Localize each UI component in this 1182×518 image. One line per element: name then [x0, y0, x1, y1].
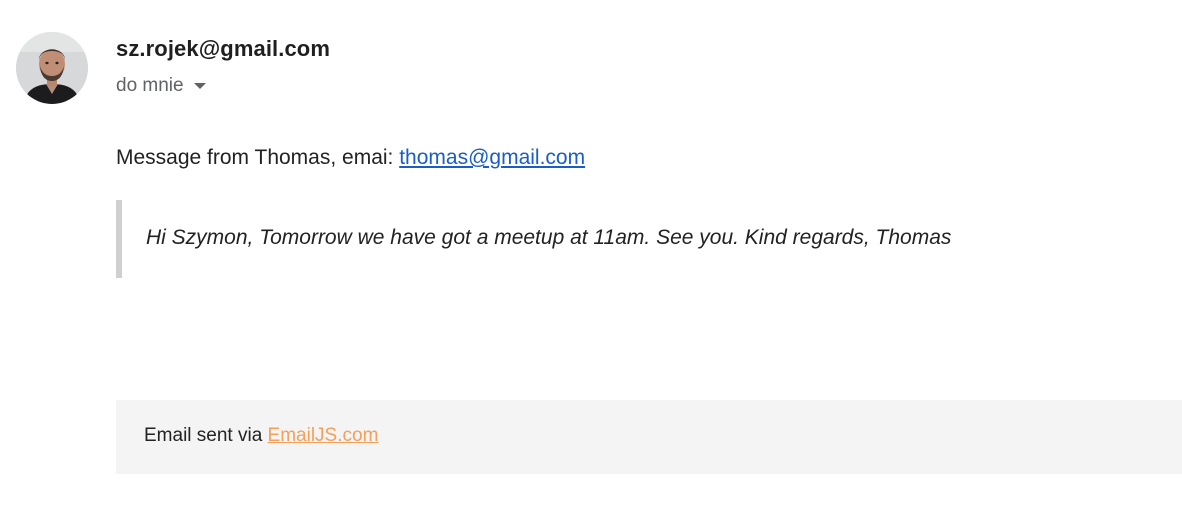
- intro-text: Message from Thomas, emai:: [116, 146, 400, 169]
- avatar-photo: [16, 32, 88, 104]
- message-quote: Hi Szymon, Tomorrow we have got a meetup…: [116, 200, 1076, 278]
- message-intro: Message from Thomas, emai: thomas@gmail.…: [116, 146, 585, 170]
- quote-text: Hi Szymon, Tomorrow we have got a meetup…: [146, 226, 952, 249]
- email-footer: Email sent via EmailJS.com: [116, 400, 1182, 474]
- contact-email-link[interactable]: thomas@gmail.com: [399, 146, 585, 169]
- sender-email[interactable]: sz.rojek@gmail.com: [116, 36, 330, 62]
- avatar[interactable]: [16, 32, 88, 104]
- recipient-label: do mnie: [116, 75, 184, 96]
- chevron-down-icon[interactable]: [193, 83, 206, 89]
- footer-note: Email sent via EmailJS.com: [144, 425, 378, 447]
- emailjs-link[interactable]: EmailJS.com: [268, 425, 379, 446]
- footer-text: Email sent via: [144, 425, 268, 446]
- recipient-toggle[interactable]: do mnie: [116, 74, 206, 98]
